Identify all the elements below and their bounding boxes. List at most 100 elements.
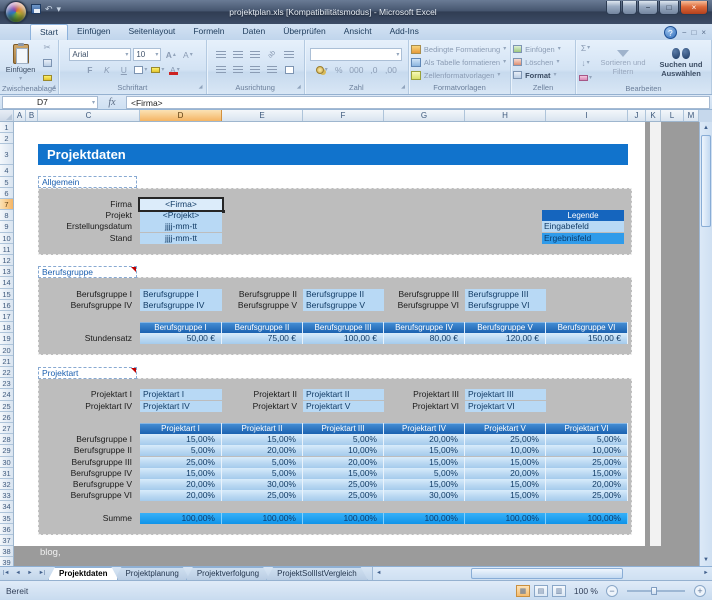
row-header-4[interactable]: 4 (0, 165, 13, 176)
matrix-value-5-0[interactable]: 20,00% (140, 490, 222, 501)
row-header-37[interactable]: 37 (0, 535, 13, 546)
select-all-corner[interactable] (0, 110, 14, 121)
titlebar-extra-button-1[interactable] (606, 1, 621, 15)
workbook-close-icon[interactable]: × (701, 28, 706, 38)
rate-value-4[interactable]: 120,00 € (465, 333, 546, 344)
save-icon[interactable] (31, 4, 41, 14)
row-header-2[interactable]: 2 (0, 133, 13, 144)
row-header-28[interactable]: 28 (0, 434, 13, 445)
grow-font-button[interactable]: A▴ (163, 48, 178, 61)
align-bottom-button[interactable] (248, 48, 263, 61)
row-header-15[interactable]: 15 (0, 289, 13, 300)
matrix-value-3-3[interactable]: 5,00% (384, 468, 465, 479)
matrix-header-1[interactable]: Projektart II (222, 423, 303, 434)
ribbon-tab-ansicht[interactable]: Ansicht (335, 24, 381, 40)
font-name-select[interactable]: Arial▾ (69, 48, 131, 61)
horizontal-scroll-track[interactable] (385, 568, 700, 580)
wrap-text-button[interactable] (282, 48, 297, 61)
berufsgruppe-pair-input-0[interactable]: Berufsgruppe I (140, 289, 222, 300)
dialog-launcher-icon[interactable]: ◢ (51, 82, 55, 92)
sheet-tab-projektdaten[interactable]: Projektdaten (48, 567, 118, 580)
undo-icon[interactable]: ↶ (45, 4, 53, 14)
increase-decimal-button[interactable]: ,0 (366, 63, 381, 76)
fill-color-button[interactable]: ▾ (150, 63, 165, 76)
copy-button[interactable] (40, 56, 55, 69)
column-header-M[interactable]: M (684, 110, 699, 121)
conditional-formatting-button[interactable]: Bedingte Formatierung▾ (411, 44, 506, 55)
row-header-29[interactable]: 29 (0, 445, 13, 456)
page-break-view-button[interactable]: ▥ (552, 585, 566, 597)
decrease-decimal-button[interactable]: ,00 (383, 63, 398, 76)
underline-button[interactable]: U (116, 63, 131, 76)
matrix-value-2-4[interactable]: 15,00% (465, 457, 546, 468)
matrix-header-4[interactable]: Projektart V (465, 423, 546, 434)
matrix-value-5-1[interactable]: 25,00% (222, 490, 303, 501)
column-header-I[interactable]: I (546, 110, 628, 121)
berufsgruppe-pair-input-1[interactable]: Berufsgruppe II (303, 289, 384, 300)
berufsgruppe-pair-input-3[interactable]: Berufsgruppe IV (140, 300, 222, 311)
borders-button[interactable]: ▾ (133, 63, 148, 76)
row-header-7[interactable]: 7 (0, 199, 13, 210)
matrix-value-2-1[interactable]: 5,00% (222, 457, 303, 468)
column-header-B[interactable]: B (26, 110, 38, 121)
zoom-slider[interactable] (627, 590, 685, 592)
rate-value-5[interactable]: 150,00 € (546, 333, 628, 344)
field-input-1[interactable]: <Projekt> (140, 210, 222, 221)
sum-value-0[interactable]: 100,00% (140, 513, 222, 524)
rate-value-3[interactable]: 80,00 € (384, 333, 465, 344)
row-header-11[interactable]: 11 (0, 244, 13, 255)
matrix-value-4-2[interactable]: 25,00% (303, 479, 384, 490)
align-left-button[interactable] (214, 63, 229, 76)
horizontal-scrollbar[interactable]: ◄ ► (372, 567, 712, 580)
field-input-3[interactable]: jjjj-mm-tt (140, 233, 222, 244)
ribbon-tab-berprfen[interactable]: Überprüfen (274, 24, 335, 40)
row-header-19[interactable]: 19 (0, 333, 13, 344)
matrix-header-3[interactable]: Projektart IV (384, 423, 465, 434)
font-size-select[interactable]: 10▾ (133, 48, 161, 61)
percent-style-button[interactable]: % (331, 63, 346, 76)
ribbon-tab-addins[interactable]: Add-Ins (381, 24, 428, 40)
column-header-D[interactable]: D (140, 110, 222, 121)
matrix-value-1-3[interactable]: 15,00% (384, 445, 465, 456)
autosum-button[interactable]: Σ▾ (578, 41, 593, 54)
column-header-F[interactable]: F (303, 110, 384, 121)
matrix-value-2-0[interactable]: 25,00% (140, 457, 222, 468)
row-header-33[interactable]: 33 (0, 490, 13, 501)
fill-button[interactable]: ↓▾ (578, 56, 593, 69)
accounting-format-button[interactable]: ▾ (314, 63, 329, 76)
row-header-25[interactable]: 25 (0, 401, 13, 412)
horizontal-scroll-thumb[interactable] (471, 568, 623, 579)
ribbon-tab-seitenlayout[interactable]: Seitenlayout (120, 24, 185, 40)
row-header-10[interactable]: 10 (0, 233, 13, 244)
projektart-pair-input-4[interactable]: Projektart V (303, 401, 384, 412)
scroll-right-icon[interactable]: ► (700, 567, 712, 580)
row-header-8[interactable]: 8 (0, 210, 13, 221)
formula-input[interactable]: <Firma> (126, 96, 710, 109)
row-header-5[interactable]: 5 (0, 177, 13, 188)
matrix-value-3-2[interactable]: 15,00% (303, 468, 384, 479)
row-header-32[interactable]: 32 (0, 479, 13, 490)
row-header-35[interactable]: 35 (0, 513, 13, 524)
berufsgruppe-pair-input-2[interactable]: Berufsgruppe III (465, 289, 546, 300)
maximize-button[interactable]: □ (659, 1, 679, 15)
matrix-header-2[interactable]: Projektart III (303, 423, 384, 434)
matrix-value-0-1[interactable]: 15,00% (222, 434, 303, 445)
berufsgruppe-pair-input-4[interactable]: Berufsgruppe V (303, 300, 384, 311)
rate-value-0[interactable]: 50,00 € (140, 333, 222, 344)
decrease-indent-button[interactable] (265, 63, 280, 76)
help-icon[interactable]: ? (664, 26, 677, 39)
minimize-button[interactable]: − (638, 1, 658, 15)
vertical-scroll-thumb[interactable] (701, 135, 711, 227)
row-header-26[interactable]: 26 (0, 412, 13, 423)
row-header-39[interactable]: 39 (0, 557, 13, 566)
row-header-14[interactable]: 14 (0, 277, 13, 288)
align-top-button[interactable] (214, 48, 229, 61)
projektart-pair-input-3[interactable]: Projektart IV (140, 401, 222, 412)
sheet-tab-projektverfolgung[interactable]: Projektverfolgung (186, 567, 270, 580)
align-middle-button[interactable] (231, 48, 246, 61)
matrix-value-0-5[interactable]: 5,00% (546, 434, 628, 445)
qat-customize-icon[interactable]: ▾ (57, 4, 62, 14)
format-cells-button[interactable]: Format▾ (513, 70, 556, 81)
row-header-3[interactable]: 3 (0, 144, 13, 165)
zoom-out-button[interactable]: − (606, 585, 618, 597)
